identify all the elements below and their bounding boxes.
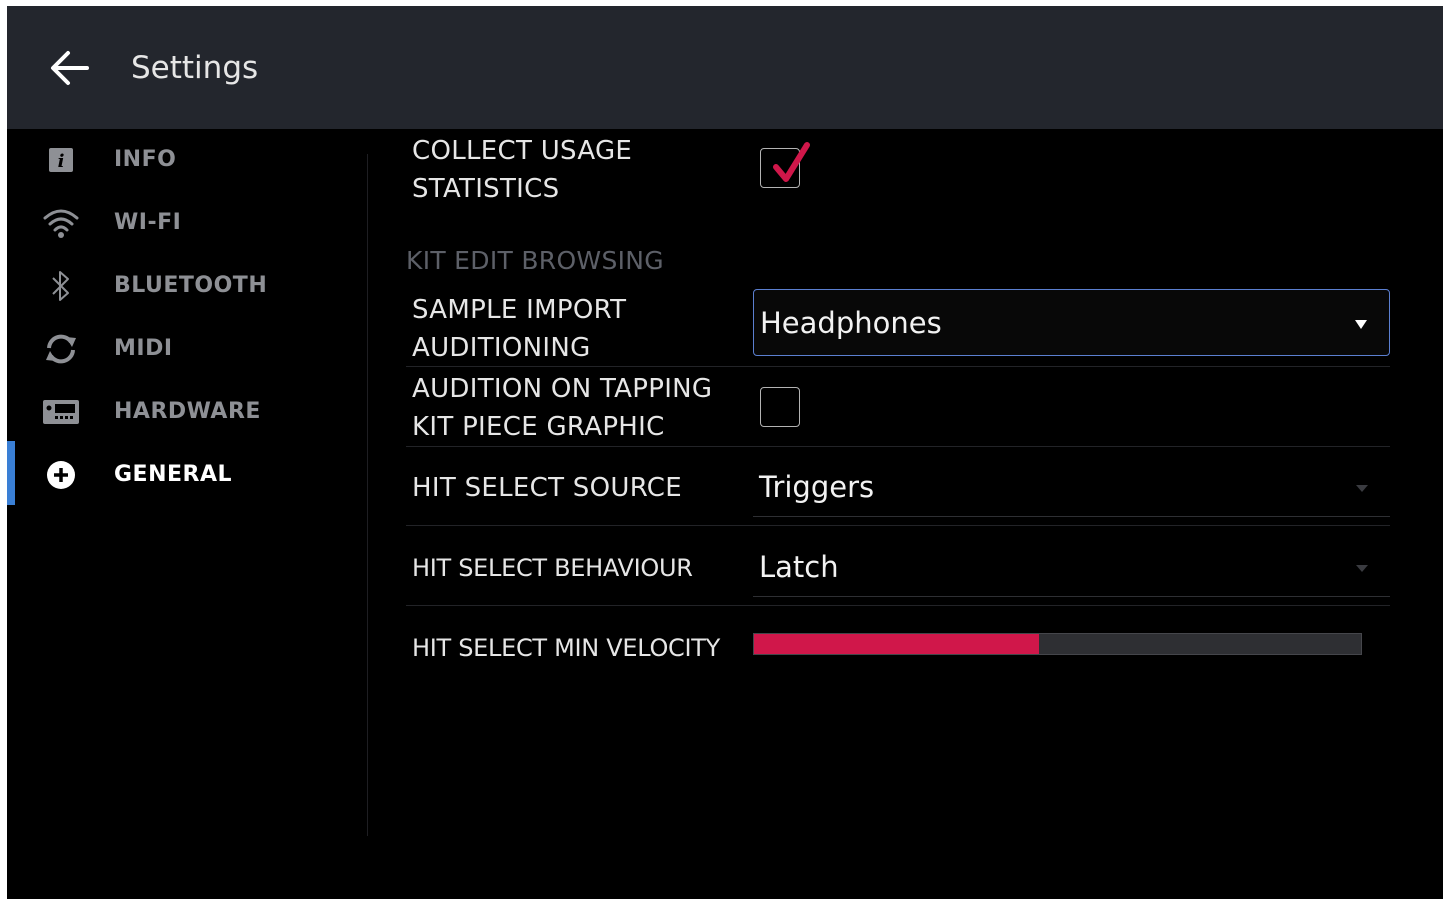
row-divider — [406, 446, 1390, 447]
sidebar-item-label: BLUETOOTH — [114, 273, 268, 298]
hardware-icon — [41, 395, 81, 429]
sidebar-item-label: HARDWARE — [114, 399, 261, 424]
checkmark-icon — [773, 142, 810, 182]
row-divider — [406, 605, 1390, 606]
sidebar-item-label: WI-FI — [114, 210, 182, 235]
min-velocity-slider[interactable] — [753, 633, 1362, 655]
sample-import-dropdown[interactable]: Headphones — [753, 289, 1390, 356]
chevron-down-icon — [1356, 485, 1368, 492]
info-icon: i — [41, 143, 81, 177]
chevron-down-icon — [1356, 565, 1368, 572]
arrow-left-icon — [51, 51, 89, 85]
audition-tapping-checkbox[interactable] — [760, 387, 800, 427]
section-heading: KIT EDIT BROWSING — [406, 246, 664, 275]
sidebar-item-bluetooth[interactable]: BLUETOOTH — [7, 258, 367, 314]
sidebar-divider — [367, 154, 368, 836]
collect-usage-label: COLLECT USAGE STATISTICS — [412, 136, 633, 204]
svg-text:i: i — [58, 151, 65, 172]
chevron-down-icon — [1355, 320, 1367, 329]
row-divider — [406, 525, 1390, 526]
sidebar-item-midi[interactable]: MIDI — [7, 321, 367, 377]
page-title: Settings — [131, 50, 259, 86]
back-button[interactable] — [49, 50, 89, 86]
bluetooth-icon — [41, 269, 81, 303]
settings-screen: Settings i INFO WI-FI BLUETOOTH MIDI HAR… — [7, 6, 1443, 899]
dropdown-value: Triggers — [759, 470, 875, 504]
sidebar-item-label: INFO — [114, 147, 177, 172]
slider-fill — [754, 634, 1040, 654]
sidebar-item-wifi[interactable]: WI-FI — [7, 195, 367, 251]
row-divider — [406, 366, 1390, 367]
sidebar-item-label: MIDI — [114, 336, 173, 361]
hit-select-source-label: HIT SELECT SOURCE — [412, 473, 682, 503]
audition-tapping-label: AUDITION ON TAPPING KIT PIECE GRAPHIC — [412, 374, 713, 442]
sidebar-item-info[interactable]: i INFO — [7, 132, 367, 188]
dropdown-value: Headphones — [760, 306, 942, 340]
wifi-icon — [41, 206, 81, 240]
hit-select-source-dropdown[interactable]: Triggers — [753, 458, 1390, 517]
sample-import-label: SAMPLE IMPORT AUDITIONING — [412, 295, 627, 363]
hit-select-min-velocity-label: HIT SELECT MIN VELOCITY — [412, 634, 721, 662]
collect-usage-checkbox[interactable] — [760, 142, 810, 188]
plus-circle-icon — [41, 458, 81, 492]
sidebar-item-hardware[interactable]: HARDWARE — [7, 384, 367, 440]
sidebar-item-general[interactable]: GENERAL — [7, 441, 367, 505]
dropdown-value: Latch — [759, 550, 839, 584]
hit-select-behaviour-dropdown[interactable]: Latch — [753, 538, 1390, 597]
midi-sync-icon — [41, 332, 81, 366]
hit-select-behaviour-label: HIT SELECT BEHAVIOUR — [412, 554, 693, 582]
top-bar: Settings — [7, 6, 1443, 129]
sidebar-item-label: GENERAL — [114, 462, 233, 487]
